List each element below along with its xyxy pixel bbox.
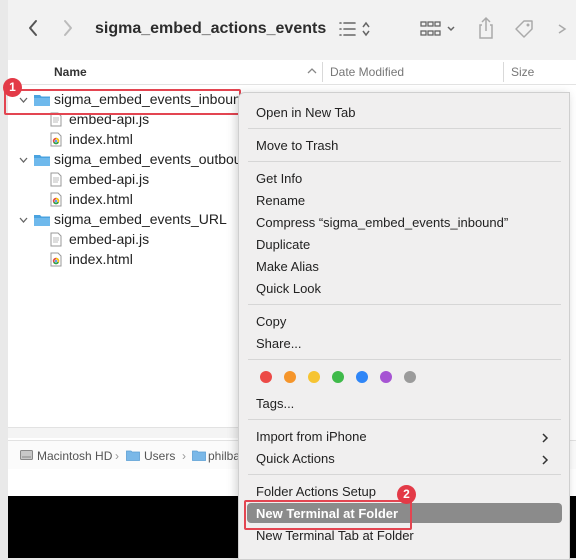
hard-drive-icon <box>20 450 33 460</box>
path-item[interactable]: philba <box>208 449 240 463</box>
menu-item-import-from-iphone[interactable]: Import from iPhone <box>256 429 367 444</box>
annotation-highlight-box <box>4 89 241 115</box>
menu-item-duplicate[interactable]: Duplicate <box>256 237 310 252</box>
menu-item-share[interactable]: Share... <box>256 336 302 351</box>
menu-separator <box>248 419 561 420</box>
tag-gray-icon[interactable] <box>404 371 416 383</box>
list-view-icon[interactable] <box>338 20 376 38</box>
share-icon[interactable] <box>477 16 495 40</box>
tag-yellow-icon[interactable] <box>308 371 320 383</box>
menu-item-make-alias[interactable]: Make Alias <box>256 259 319 274</box>
tag-blue-icon[interactable] <box>356 371 368 383</box>
menu-separator <box>248 474 561 475</box>
annotation-highlight-box <box>244 500 412 530</box>
menu-item-new-terminal-tab-at-folder[interactable]: New Terminal Tab at Folder <box>256 528 414 543</box>
group-view-icon[interactable] <box>420 20 460 38</box>
annotation-badge: 1 <box>3 78 22 97</box>
sort-chevron-icon[interactable] <box>307 67 317 75</box>
chrome-html-icon <box>50 132 62 147</box>
path-item[interactable]: Users <box>144 449 175 463</box>
more-icon[interactable] <box>557 22 569 36</box>
submenu-chevron-icon <box>542 455 549 465</box>
tag-orange-icon[interactable] <box>284 371 296 383</box>
menu-separator <box>248 359 561 360</box>
column-headers: Name Date Modified Size <box>8 60 576 85</box>
menu-separator <box>248 304 561 305</box>
column-divider[interactable] <box>503 62 504 82</box>
file-label: index.html <box>69 191 133 207</box>
file-label: index.html <box>69 131 133 147</box>
file-label: embed-api.js <box>69 171 150 187</box>
forward-icon[interactable] <box>62 18 74 38</box>
tag-purple-icon[interactable] <box>380 371 392 383</box>
path-separator-icon: › <box>115 449 119 463</box>
name-column-header[interactable]: Name <box>54 65 87 79</box>
menu-item-quick-look[interactable]: Quick Look <box>256 281 321 296</box>
folder-icon <box>126 450 140 461</box>
menu-item-compress[interactable]: Compress “sigma_embed_events_inbound” <box>256 215 508 230</box>
js-file-icon <box>50 232 62 247</box>
menu-item-move-to-trash[interactable]: Move to Trash <box>256 138 338 153</box>
column-divider[interactable] <box>322 62 323 82</box>
folder-label: sigma_embed_events_outbound <box>54 151 258 167</box>
annotation-badge: 2 <box>397 485 416 504</box>
menu-item-quick-actions[interactable]: Quick Actions <box>256 451 335 466</box>
menu-item-get-info[interactable]: Get Info <box>256 171 302 186</box>
menu-item-tags[interactable]: Tags... <box>256 396 294 411</box>
tag-red-icon[interactable] <box>260 371 272 383</box>
file-label: embed-api.js <box>69 231 150 247</box>
home-folder-icon <box>192 450 206 461</box>
submenu-chevron-icon <box>542 433 549 443</box>
js-file-icon <box>50 172 62 187</box>
size-column-header[interactable]: Size <box>511 65 534 79</box>
folder-icon <box>34 215 50 226</box>
toolbar: sigma_embed_actions_events <box>8 0 576 61</box>
path-separator-icon: › <box>182 449 186 463</box>
menu-separator <box>248 161 561 162</box>
tag-icon[interactable] <box>513 18 535 40</box>
menu-item-rename[interactable]: Rename <box>256 193 305 208</box>
disclosure-chevron-icon[interactable] <box>19 156 28 164</box>
menu-item-open-in-new-tab[interactable]: Open in New Tab <box>256 105 356 120</box>
tag-green-icon[interactable] <box>332 371 344 383</box>
window-title: sigma_embed_actions_events <box>95 20 327 37</box>
horizontal-scrollbar[interactable] <box>8 427 248 438</box>
chrome-html-icon <box>50 192 62 207</box>
date-modified-column-header[interactable]: Date Modified <box>330 65 404 79</box>
menu-item-copy[interactable]: Copy <box>256 314 286 329</box>
disclosure-chevron-icon[interactable] <box>19 216 28 224</box>
menu-separator <box>248 128 561 129</box>
folder-icon <box>34 155 50 166</box>
path-item[interactable]: Macintosh HD <box>37 449 112 463</box>
chrome-html-icon <box>50 252 62 267</box>
menu-item-folder-actions-setup[interactable]: Folder Actions Setup <box>256 484 376 499</box>
back-icon[interactable] <box>27 18 39 38</box>
file-label: index.html <box>69 251 133 267</box>
folder-label: sigma_embed_events_URL <box>54 211 227 227</box>
